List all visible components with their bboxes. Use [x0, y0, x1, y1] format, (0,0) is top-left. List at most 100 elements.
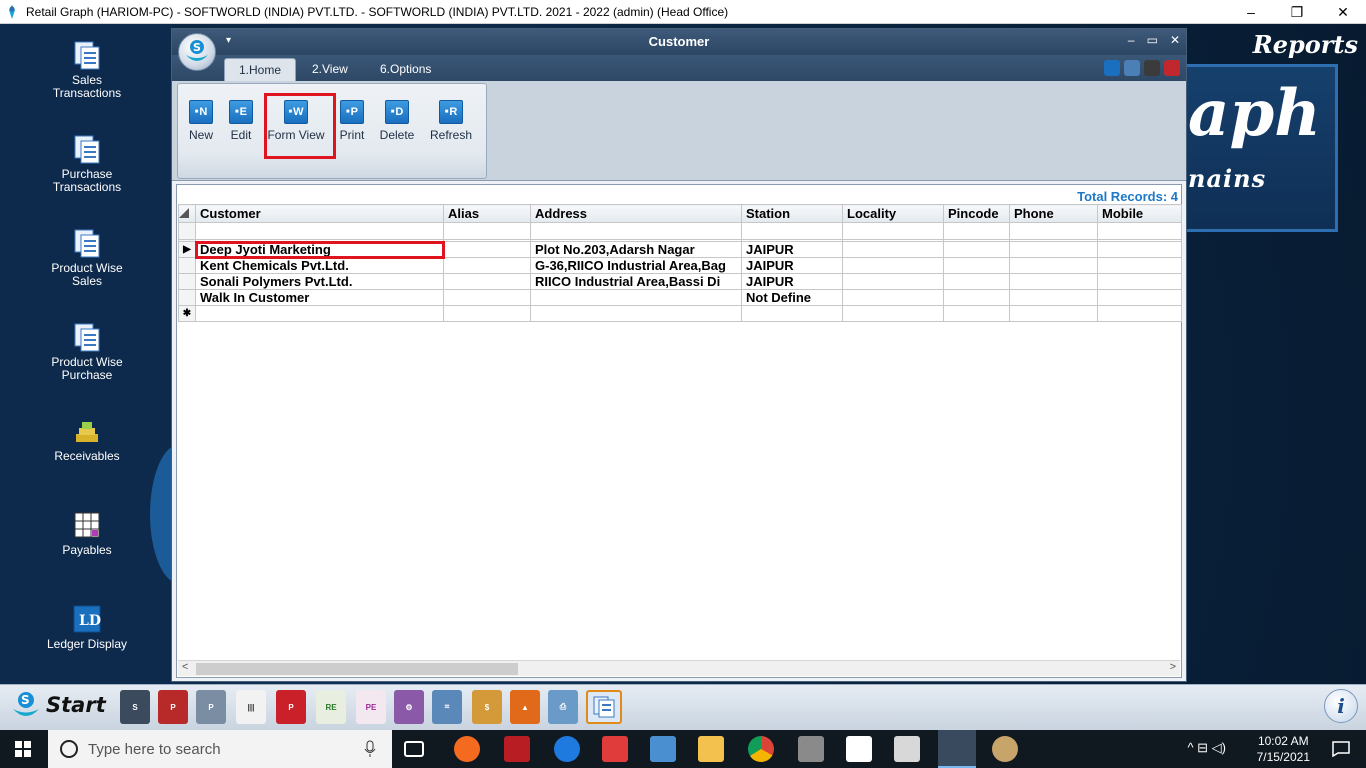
- clock[interactable]: 10:02 AM 7/15/2021: [1257, 733, 1310, 765]
- cell-pincode[interactable]: [943, 257, 1010, 274]
- shortcut-sales-transactions[interactable]: Sales Transactions: [42, 40, 132, 100]
- payment-entry-icon[interactable]: PE: [356, 690, 386, 724]
- shapes-icon[interactable]: ▲: [510, 690, 540, 724]
- paint-icon[interactable]: [992, 736, 1018, 762]
- scroll-right-icon[interactable]: >: [1170, 661, 1176, 673]
- customer-icon[interactable]: [586, 690, 622, 724]
- column-header-station[interactable]: Station: [741, 204, 843, 223]
- microphone-icon[interactable]: [364, 740, 376, 758]
- shortcut-ledger-display[interactable]: LD Ledger Display: [42, 604, 132, 651]
- purchase-icon[interactable]: P: [158, 690, 188, 724]
- tools-app-icon[interactable]: [798, 736, 824, 762]
- cell-station[interactable]: Not Define: [741, 289, 843, 306]
- cell-phone[interactable]: [1009, 241, 1098, 258]
- calculator-icon[interactable]: [894, 736, 920, 762]
- cell-mobile[interactable]: [1097, 241, 1182, 258]
- filter-address-input[interactable]: [530, 222, 742, 240]
- cell-mobile[interactable]: [1097, 289, 1182, 306]
- printer-icon[interactable]: ⎙: [548, 690, 578, 724]
- new-row[interactable]: ✱: [178, 305, 1182, 322]
- column-header-locality[interactable]: Locality: [842, 204, 944, 223]
- table-row[interactable]: Sonali Polymers Pvt.Ltd. RIICO Industria…: [178, 273, 1182, 290]
- cell-locality[interactable]: [842, 289, 944, 306]
- taskbar-search-box[interactable]: Type here to search: [48, 730, 392, 768]
- column-header-customer[interactable]: Customer: [195, 204, 444, 223]
- cell-locality[interactable]: [842, 257, 944, 274]
- receipt-entry-icon[interactable]: RE: [316, 690, 346, 724]
- retail-graph-taskbar-icon[interactable]: [938, 730, 976, 768]
- notifications-icon[interactable]: [1332, 741, 1350, 757]
- anydesk-icon[interactable]: [602, 736, 628, 762]
- cell-address[interactable]: [530, 289, 742, 306]
- column-header-phone[interactable]: Phone: [1009, 204, 1098, 223]
- shortcut-product-wise-sales[interactable]: Product Wise Sales: [42, 228, 132, 288]
- sales-icon[interactable]: S: [120, 690, 150, 724]
- barcode-icon[interactable]: |||: [236, 690, 266, 724]
- cell-mobile[interactable]: [1097, 257, 1182, 274]
- horizontal-scrollbar[interactable]: < >: [178, 660, 1180, 676]
- filezilla-icon[interactable]: [504, 736, 530, 762]
- teamviewer-icon[interactable]: [554, 736, 580, 762]
- filter-mobile-input[interactable]: [1097, 222, 1182, 240]
- edit-button[interactable]: ■ E Edit: [226, 100, 256, 142]
- cell-customer[interactable]: Deep Jyoti Marketing: [194, 240, 445, 259]
- cell-alias[interactable]: [443, 241, 531, 258]
- exit-icon[interactable]: [1164, 60, 1180, 76]
- cell-alias[interactable]: [443, 273, 531, 290]
- shortcut-purchase-transactions[interactable]: Purchase Transactions: [42, 134, 132, 194]
- filter-customer-input[interactable]: [195, 222, 444, 240]
- cell-address[interactable]: G-36,RIICO Industrial Area,Bag: [530, 257, 742, 274]
- column-header-mobile[interactable]: Mobile: [1097, 204, 1182, 223]
- table-row[interactable]: Walk In Customer Not Define: [178, 289, 1182, 306]
- cell-customer[interactable]: Kent Chemicals Pvt.Ltd.: [195, 257, 444, 274]
- cell-station[interactable]: JAIPUR: [741, 273, 843, 290]
- cell-phone[interactable]: [1009, 257, 1098, 274]
- table-row[interactable]: ▶ Deep Jyoti Marketing Plot No.203,Adars…: [178, 240, 1182, 259]
- column-header-pincode[interactable]: Pincode: [943, 204, 1010, 223]
- cell-customer[interactable]: Walk In Customer: [195, 289, 444, 306]
- window-maximize-button[interactable]: ▭: [1147, 33, 1158, 47]
- filter-phone-input[interactable]: [1009, 222, 1098, 240]
- notes-icon[interactable]: [1144, 60, 1160, 76]
- column-header-alias[interactable]: Alias: [443, 204, 531, 223]
- cell-alias[interactable]: [443, 257, 531, 274]
- search-help-icon[interactable]: [1124, 60, 1140, 76]
- shortcut-receivables[interactable]: Receivables: [42, 416, 132, 463]
- window-close-button[interactable]: ✕: [1170, 33, 1180, 47]
- new-button[interactable]: ■ N New: [186, 100, 216, 142]
- tools-icon[interactable]: ⚙: [394, 690, 424, 724]
- shortcut-payables[interactable]: Payables: [42, 510, 132, 557]
- cell-locality[interactable]: [842, 241, 944, 258]
- filter-station-input[interactable]: [741, 222, 843, 240]
- tab-view[interactable]: 2.View: [298, 58, 362, 81]
- window-minimize-button[interactable]: –: [1128, 33, 1135, 47]
- cell-pincode[interactable]: [943, 241, 1010, 258]
- delete-button[interactable]: ■ D Delete: [376, 100, 418, 142]
- shortcut-product-wise-purchase[interactable]: Product Wise Purchase: [42, 322, 132, 382]
- filter-pincode-input[interactable]: [943, 222, 1010, 240]
- calculator-tools-icon[interactable]: ⌗: [432, 690, 462, 724]
- scroll-left-icon[interactable]: <: [182, 661, 188, 673]
- info-button[interactable]: i: [1324, 689, 1358, 723]
- start-button[interactable]: S Start: [10, 689, 106, 721]
- column-header-address[interactable]: Address: [530, 204, 742, 223]
- cell-pincode[interactable]: [943, 289, 1010, 306]
- cell-locality[interactable]: [842, 273, 944, 290]
- pos-icon[interactable]: P: [196, 690, 226, 724]
- windows-start-button[interactable]: [0, 730, 46, 768]
- cell-station[interactable]: JAIPUR: [741, 241, 843, 258]
- this-pc-icon[interactable]: [650, 736, 676, 762]
- grid-corner-icon[interactable]: [178, 204, 196, 223]
- tab-options[interactable]: 6.Options: [366, 58, 445, 81]
- os-close-button[interactable]: ✕: [1320, 0, 1366, 24]
- cell-address[interactable]: RIICO Industrial Area,Bassi Di: [530, 273, 742, 290]
- pen-app-icon[interactable]: [454, 736, 480, 762]
- print-button[interactable]: ■ P Print: [336, 100, 368, 142]
- cell-address[interactable]: Plot No.203,Adarsh Nagar: [530, 241, 742, 258]
- scrollbar-thumb[interactable]: [196, 663, 518, 675]
- cell-mobile[interactable]: [1097, 273, 1182, 290]
- cell-customer[interactable]: Sonali Polymers Pvt.Ltd.: [195, 273, 444, 290]
- filter-alias-input[interactable]: [443, 222, 531, 240]
- cell-station[interactable]: JAIPUR: [741, 257, 843, 274]
- task-view-icon[interactable]: [404, 741, 424, 757]
